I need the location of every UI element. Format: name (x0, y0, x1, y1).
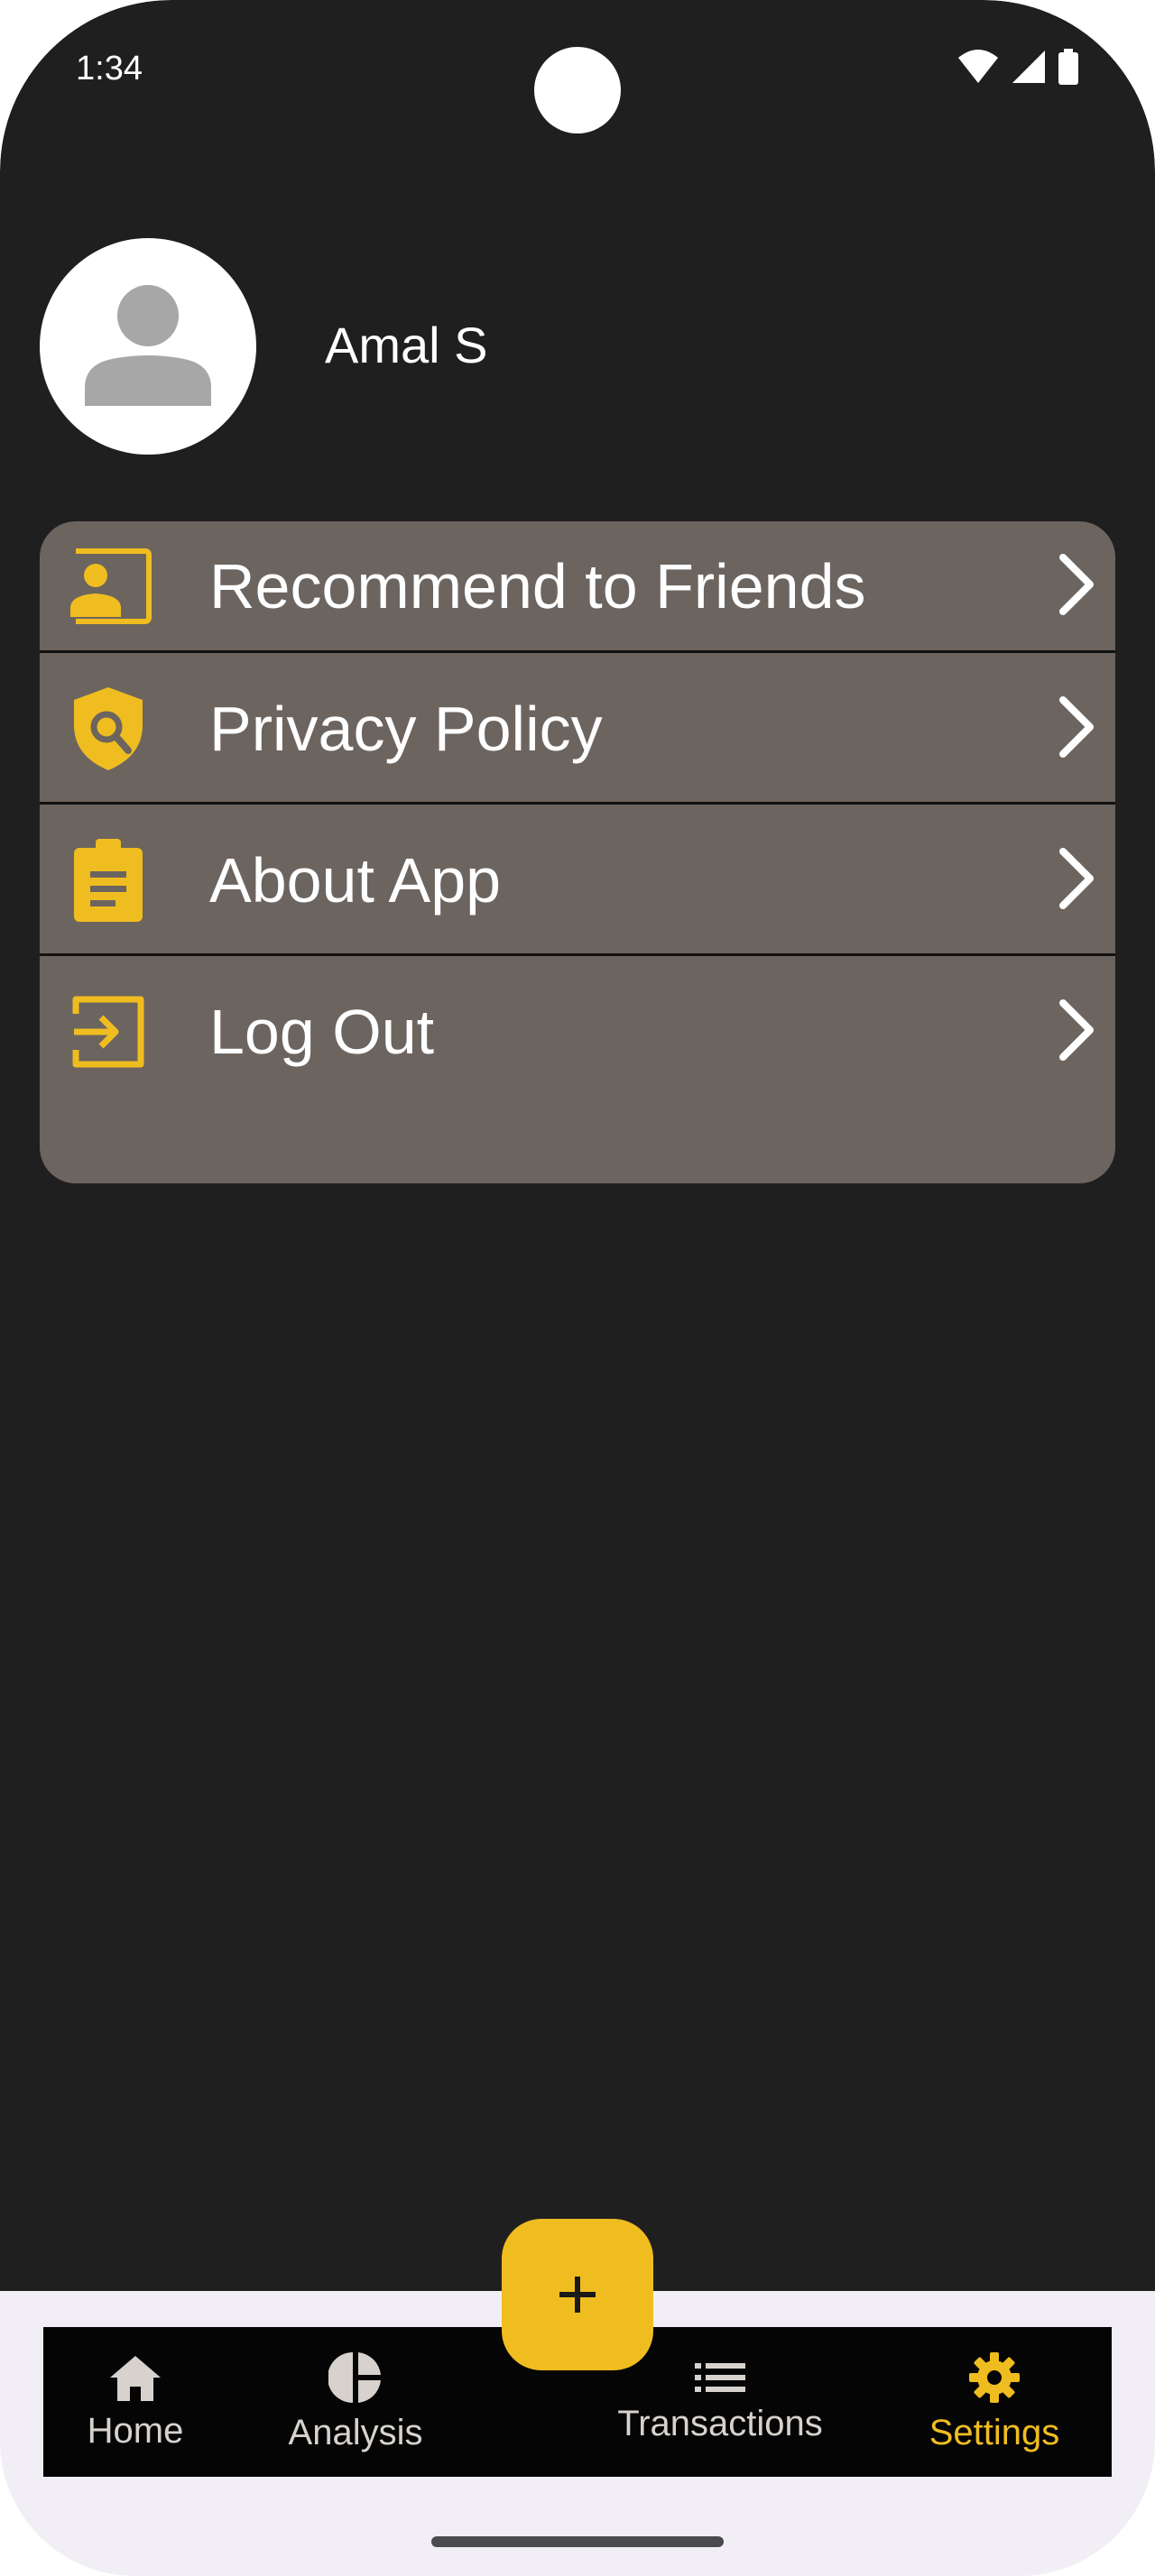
menu-item-privacy-policy[interactable]: Privacy Policy (40, 653, 1115, 803)
nav-label: Transactions (617, 2404, 823, 2443)
list-icon (695, 2363, 745, 2392)
menu-item-recommend[interactable]: Recommend to Friends (40, 521, 1115, 651)
user-name: Amal S (325, 317, 488, 373)
menu-item-about-app[interactable]: About App (40, 805, 1115, 954)
chevron-right-icon (1059, 999, 1094, 1061)
menu-item-log-out[interactable]: Log Out (40, 956, 1115, 1106)
home-icon (110, 2356, 161, 2401)
nav-label: Home (87, 2411, 184, 2451)
contact-card-icon (63, 541, 153, 631)
home-indicator[interactable] (431, 2536, 724, 2547)
nav-item-home[interactable]: Home (65, 2327, 206, 2477)
menu-item-label: Log Out (209, 997, 435, 1067)
nav-label: Analysis (288, 2413, 423, 2452)
nav-item-settings[interactable]: Settings (906, 2327, 1083, 2477)
nav-item-analysis[interactable]: Analysis (263, 2327, 448, 2477)
clipboard-icon (63, 835, 153, 925)
settings-screen: 1:34 Amal S Recommend to Friends Privacy… (0, 0, 1155, 2291)
pie-chart-icon (328, 2352, 381, 2403)
person-icon (85, 285, 211, 406)
menu-item-label: About App (209, 845, 502, 915)
logout-icon (63, 987, 153, 1077)
status-time: 1:34 (76, 50, 143, 87)
battery-icon (1058, 49, 1078, 85)
settings-menu-card: Recommend to Friends Privacy Policy Abou… (40, 521, 1115, 1183)
chevron-right-icon (1059, 848, 1094, 909)
signal-icon (1012, 51, 1045, 83)
menu-item-label: Recommend to Friends (209, 551, 866, 621)
add-transaction-fab[interactable] (502, 2219, 653, 2370)
chevron-right-icon (1059, 554, 1094, 615)
phone-frame: 1:34 Amal S Recommend to Friends Privacy… (0, 0, 1155, 2576)
nav-label: Settings (929, 2413, 1060, 2452)
chevron-right-icon (1059, 696, 1094, 758)
plus-icon (559, 2277, 596, 2313)
gear-icon (969, 2352, 1020, 2403)
wifi-icon (958, 50, 998, 83)
status-icons (956, 49, 1079, 85)
shield-search-icon (63, 684, 153, 774)
menu-item-label: Privacy Policy (209, 694, 603, 764)
avatar[interactable] (40, 238, 256, 455)
camera-cutout (534, 47, 621, 133)
